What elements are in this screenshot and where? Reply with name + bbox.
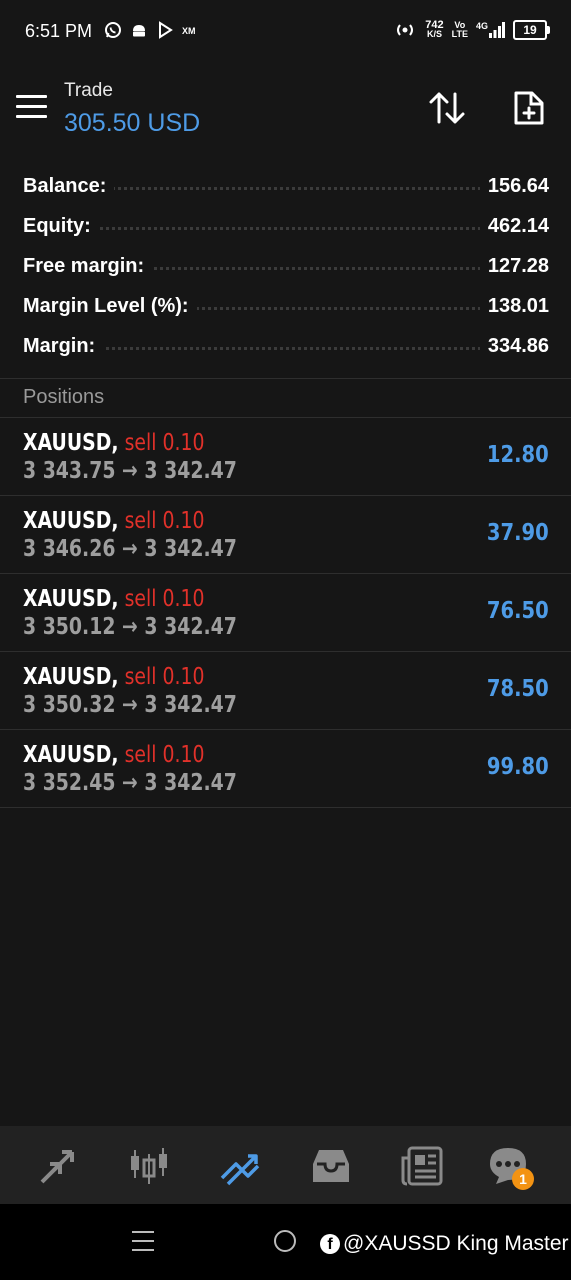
page-title: Trade	[64, 80, 113, 101]
status-right: 742 K/S Vo LTE 4G 19	[393, 20, 550, 40]
position-prices: 3 350.32 → 3 342.47	[23, 692, 237, 718]
chart-icon[interactable]	[127, 1144, 171, 1188]
position-side: sell 0.10	[124, 586, 205, 612]
network-type: 4G	[475, 21, 488, 31]
position-prices: 3 352.45 → 3 342.47	[23, 770, 237, 796]
sort-icon[interactable]	[428, 90, 466, 126]
net-speed: 742 K/S	[425, 20, 443, 39]
position-symbol: XAUUSD,	[23, 586, 119, 612]
position-profit: 76.50	[487, 598, 549, 624]
battery-icon: 19	[513, 20, 550, 40]
position-profit: 78.50	[487, 676, 549, 702]
volte-bottom: LTE	[451, 29, 468, 39]
position-title: XAUUSD, sell 0.10	[23, 430, 204, 456]
app-bar: Trade 305.50 USD	[0, 62, 571, 154]
position-title: XAUUSD, sell 0.10	[23, 664, 204, 690]
notification-icons: XM	[104, 21, 202, 39]
summary-row-margin-level: Margin Level (%): 138.01	[0, 290, 571, 330]
home-button[interactable]	[274, 1230, 296, 1252]
system-nav-bar: f @XAUSSD King Master	[0, 1204, 571, 1280]
positions-list: XAUUSD, sell 0.10 3 343.75 → 3 342.47 12…	[0, 418, 571, 808]
play-icon	[159, 21, 173, 39]
android-icon	[133, 25, 145, 37]
new-order-icon[interactable]	[512, 90, 546, 126]
position-side: sell 0.10	[124, 664, 205, 690]
position-row[interactable]: XAUUSD, sell 0.10 3 352.45 → 3 342.47 99…	[0, 730, 571, 808]
summary-row-margin: Margin: 334.86	[0, 330, 571, 370]
facebook-icon: f	[320, 1234, 340, 1254]
position-prices: 3 346.26 → 3 342.47	[23, 536, 237, 562]
position-row[interactable]: XAUUSD, sell 0.10 3 346.26 → 3 342.47 37…	[0, 496, 571, 574]
position-side: sell 0.10	[124, 430, 205, 456]
position-row[interactable]: XAUUSD, sell 0.10 3 350.32 → 3 342.47 78…	[0, 652, 571, 730]
quotes-icon[interactable]	[36, 1144, 80, 1188]
position-side: sell 0.10	[124, 508, 205, 534]
summary-value: 462.14	[479, 215, 549, 238]
position-side: sell 0.10	[124, 742, 205, 768]
messages-badge: 1	[512, 1168, 534, 1190]
position-row[interactable]: XAUUSD, sell 0.10 3 350.12 → 3 342.47 76…	[0, 574, 571, 652]
divider	[0, 378, 571, 379]
history-icon[interactable]	[309, 1144, 353, 1188]
summary-label: Balance:	[23, 175, 115, 198]
summary-label: Free margin:	[23, 255, 153, 278]
summary-row-balance: Balance: 156.64	[0, 170, 571, 210]
position-symbol: XAUUSD,	[23, 742, 119, 768]
signal-icon	[489, 22, 505, 38]
svg-text:XM: XM	[182, 26, 196, 36]
summary-value: 138.01	[479, 295, 549, 318]
account-balance-display: 305.50 USD	[64, 109, 201, 137]
position-prices: 3 350.12 → 3 342.47	[23, 614, 237, 640]
position-title: XAUUSD, sell 0.10	[23, 586, 204, 612]
position-profit: 99.80	[487, 754, 549, 780]
position-symbol: XAUUSD,	[23, 508, 119, 534]
position-title: XAUUSD, sell 0.10	[23, 508, 204, 534]
signal: 4G	[476, 22, 505, 38]
position-title: XAUUSD, sell 0.10	[23, 742, 204, 768]
watermark-text: @XAUSSD King Master	[343, 1232, 569, 1255]
position-profit: 37.90	[487, 520, 549, 546]
volte: Vo LTE	[452, 21, 468, 39]
trade-icon[interactable]	[218, 1144, 262, 1188]
position-symbol: XAUUSD,	[23, 664, 119, 690]
account-summary: Balance: 156.64 Equity: 462.14 Free marg…	[0, 170, 571, 370]
recent-apps-button[interactable]	[132, 1231, 154, 1251]
position-prices: 3 343.75 → 3 342.47	[23, 458, 237, 484]
summary-value: 127.28	[479, 255, 549, 278]
summary-row-equity: Equity: 462.14	[0, 210, 571, 250]
watermark: f @XAUSSD King Master	[320, 1232, 569, 1256]
net-speed-unit: K/S	[426, 29, 442, 39]
menu-icon[interactable]	[16, 95, 47, 119]
summary-label: Equity:	[23, 215, 99, 238]
summary-row-free-margin: Free margin: 127.28	[0, 250, 571, 290]
status-bar: 6:51 PM XM 742 K/S Vo LTE 4G 19	[0, 0, 571, 62]
position-symbol: XAUUSD,	[23, 430, 119, 456]
summary-label: Margin Level (%):	[23, 295, 197, 318]
xm-icon: XM	[182, 26, 196, 36]
positions-header: Positions	[23, 386, 105, 408]
news-icon[interactable]	[400, 1144, 444, 1188]
position-row[interactable]: XAUUSD, sell 0.10 3 343.75 → 3 342.47 12…	[0, 418, 571, 496]
messages-button[interactable]: 1	[486, 1144, 534, 1190]
status-time: 6:51 PM	[25, 21, 93, 41]
summary-label: Margin:	[23, 335, 104, 358]
whatsapp-icon	[105, 22, 121, 38]
summary-value: 334.86	[479, 335, 549, 358]
position-profit: 12.80	[487, 442, 549, 468]
bottom-nav: 1	[0, 1126, 571, 1204]
hotspot-icon	[397, 24, 414, 36]
summary-value: 156.64	[479, 175, 549, 198]
